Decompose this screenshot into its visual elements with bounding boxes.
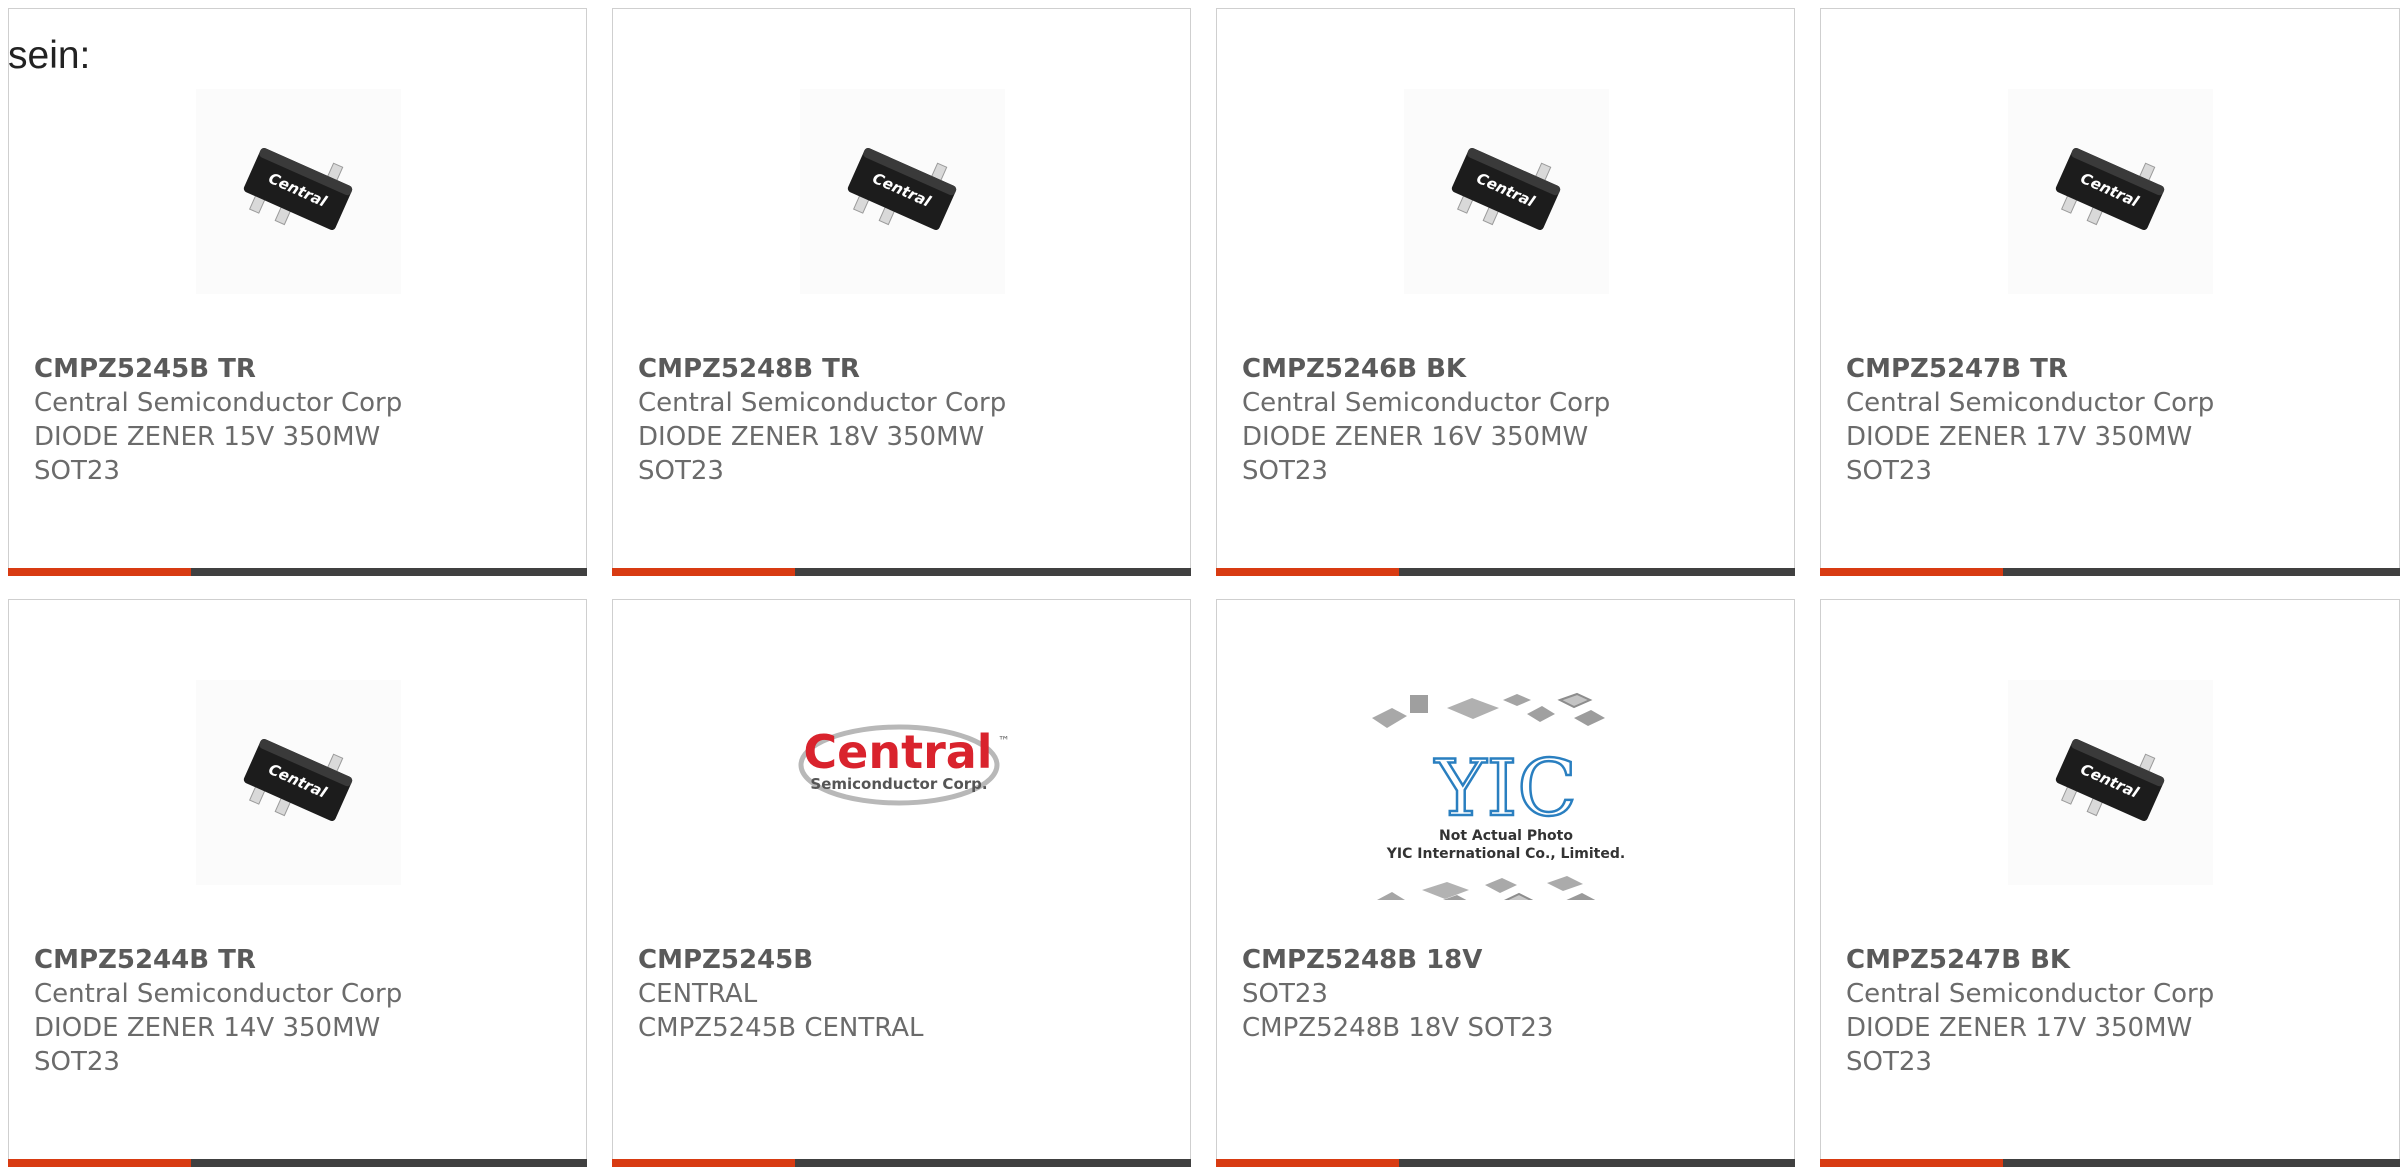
product-image: Central [1821,600,2399,900]
product-line: DIODE ZENER 18V 350MW [638,422,985,452]
product-line: Central Semiconductor Corp [1846,979,2215,1009]
card-footer-bar [1216,1159,1795,1167]
card-footer-accent [1216,1159,1399,1167]
product-line: CMPZ5248B 18V SOT23 [1242,1013,1554,1043]
product-image: Central [613,9,1190,309]
product-info: CMPZ5248B TR Central Semiconductor Corp … [638,352,1180,488]
product-part-number[interactable]: CMPZ5247B TR [1846,352,2389,386]
product-line: CMPZ5245B CENTRAL [638,1013,924,1043]
card-footer-accent [612,1159,795,1167]
product-card[interactable]: Central CMPZ5247B BK Central Semiconduct… [1820,599,2400,1167]
chip-icon: Central [1451,148,1560,230]
product-info: CMPZ5244B TR Central Semiconductor Corp … [34,943,576,1079]
product-info: CMPZ5245B CENTRAL CMPZ5245B CENTRAL [638,943,1180,1045]
card-footer-accent [1820,568,2003,576]
card-footer-bar [1820,1159,2400,1167]
product-card[interactable]: Central CMPZ5245B TR Central Semiconduct… [8,8,587,576]
product-card[interactable]: Central CMPZ5246B BK Central Semiconduct… [1216,8,1795,576]
card-footer-bar [612,1159,1191,1167]
svg-text:YIC International Co., Limited: YIC International Co., Limited. [1386,846,1625,862]
product-part-number[interactable]: CMPZ5247B BK [1846,943,2389,977]
product-line: SOT23 [1242,979,1328,1009]
product-line: Central Semiconductor Corp [1242,388,1611,418]
central-logo-icon: Central ™ Semiconductor Corp. [798,724,1010,806]
product-card[interactable]: Central CMPZ5247B TR Central Semiconduct… [1820,8,2400,576]
svg-text:Semiconductor Corp.: Semiconductor Corp. [810,775,987,793]
product-info: CMPZ5247B BK Central Semiconductor Corp … [1846,943,2389,1079]
product-info: CMPZ5248B 18V SOT23 CMPZ5248B 18V SOT23 [1242,943,1784,1045]
chip-icon: Central [847,148,956,230]
product-image: Central [1821,9,2399,309]
product-part-number[interactable]: CMPZ5244B TR [34,943,576,977]
chip-icon: Central [243,148,352,230]
product-line: SOT23 [638,456,724,486]
product-part-number[interactable]: CMPZ5248B 18V [1242,943,1784,977]
product-line: DIODE ZENER 14V 350MW [34,1013,381,1043]
product-info: CMPZ5246B BK Central Semiconductor Corp … [1242,352,1784,488]
card-footer-bar [1820,568,2400,576]
product-part-number[interactable]: CMPZ5245B [638,943,1180,977]
product-card[interactable]: YIC Not Actual Photo YIC International C… [1216,599,1795,1167]
card-footer-accent [1820,1159,2003,1167]
placeholder-photo-icon: YIC Not Actual Photo YIC International C… [1372,692,1625,900]
product-line: DIODE ZENER 17V 350MW [1846,1013,2193,1043]
svg-text:Not Actual Photo: Not Actual Photo [1439,828,1573,844]
product-line: SOT23 [34,456,120,486]
product-card[interactable]: Central CMPZ5244B TR Central Semiconduct… [8,599,587,1167]
product-card[interactable]: Central CMPZ5248B TR Central Semiconduct… [612,8,1191,576]
product-grid: Central CMPZ5245B TR Central Semiconduct… [0,0,2400,1167]
svg-text:™: ™ [998,734,1010,748]
card-footer-accent [8,1159,191,1167]
product-line: SOT23 [34,1047,120,1077]
svg-text:YIC: YIC [1434,744,1577,834]
product-part-number[interactable]: CMPZ5248B TR [638,352,1180,386]
chip-icon: Central [2055,148,2165,230]
product-line: Central Semiconductor Corp [638,388,1007,418]
product-image: Central [9,600,586,900]
card-footer-accent [8,568,191,576]
product-line: SOT23 [1846,456,1932,486]
product-info: CMPZ5245B TR Central Semiconductor Corp … [34,352,576,488]
product-line: Central Semiconductor Corp [34,979,403,1009]
product-line: DIODE ZENER 15V 350MW [34,422,381,452]
product-line: Central Semiconductor Corp [34,388,403,418]
product-card[interactable]: Central ™ Semiconductor Corp. CMPZ5245B … [612,599,1191,1167]
chip-icon: Central [243,739,352,821]
chip-icon: Central [2055,739,2165,821]
product-image: Central ™ Semiconductor Corp. [613,600,1190,900]
product-image: Central [9,9,586,309]
card-footer-accent [612,568,795,576]
intro-text: sein: [8,34,91,77]
card-footer-bar [1216,568,1795,576]
product-line: Central Semiconductor Corp [1846,388,2215,418]
product-line: SOT23 [1242,456,1328,486]
card-footer-accent [1216,568,1399,576]
card-footer-bar [612,568,1191,576]
product-image: YIC Not Actual Photo YIC International C… [1217,600,1794,900]
product-line: SOT23 [1846,1047,1932,1077]
product-part-number[interactable]: CMPZ5246B BK [1242,352,1784,386]
product-image: Central [1217,9,1794,309]
card-footer-bar [8,1159,587,1167]
card-footer-bar [8,568,587,576]
product-line: CENTRAL [638,979,758,1009]
product-info: CMPZ5247B TR Central Semiconductor Corp … [1846,352,2389,488]
product-line: DIODE ZENER 16V 350MW [1242,422,1589,452]
product-line: DIODE ZENER 17V 350MW [1846,422,2193,452]
svg-text:Central: Central [803,725,992,779]
product-part-number[interactable]: CMPZ5245B TR [34,352,576,386]
